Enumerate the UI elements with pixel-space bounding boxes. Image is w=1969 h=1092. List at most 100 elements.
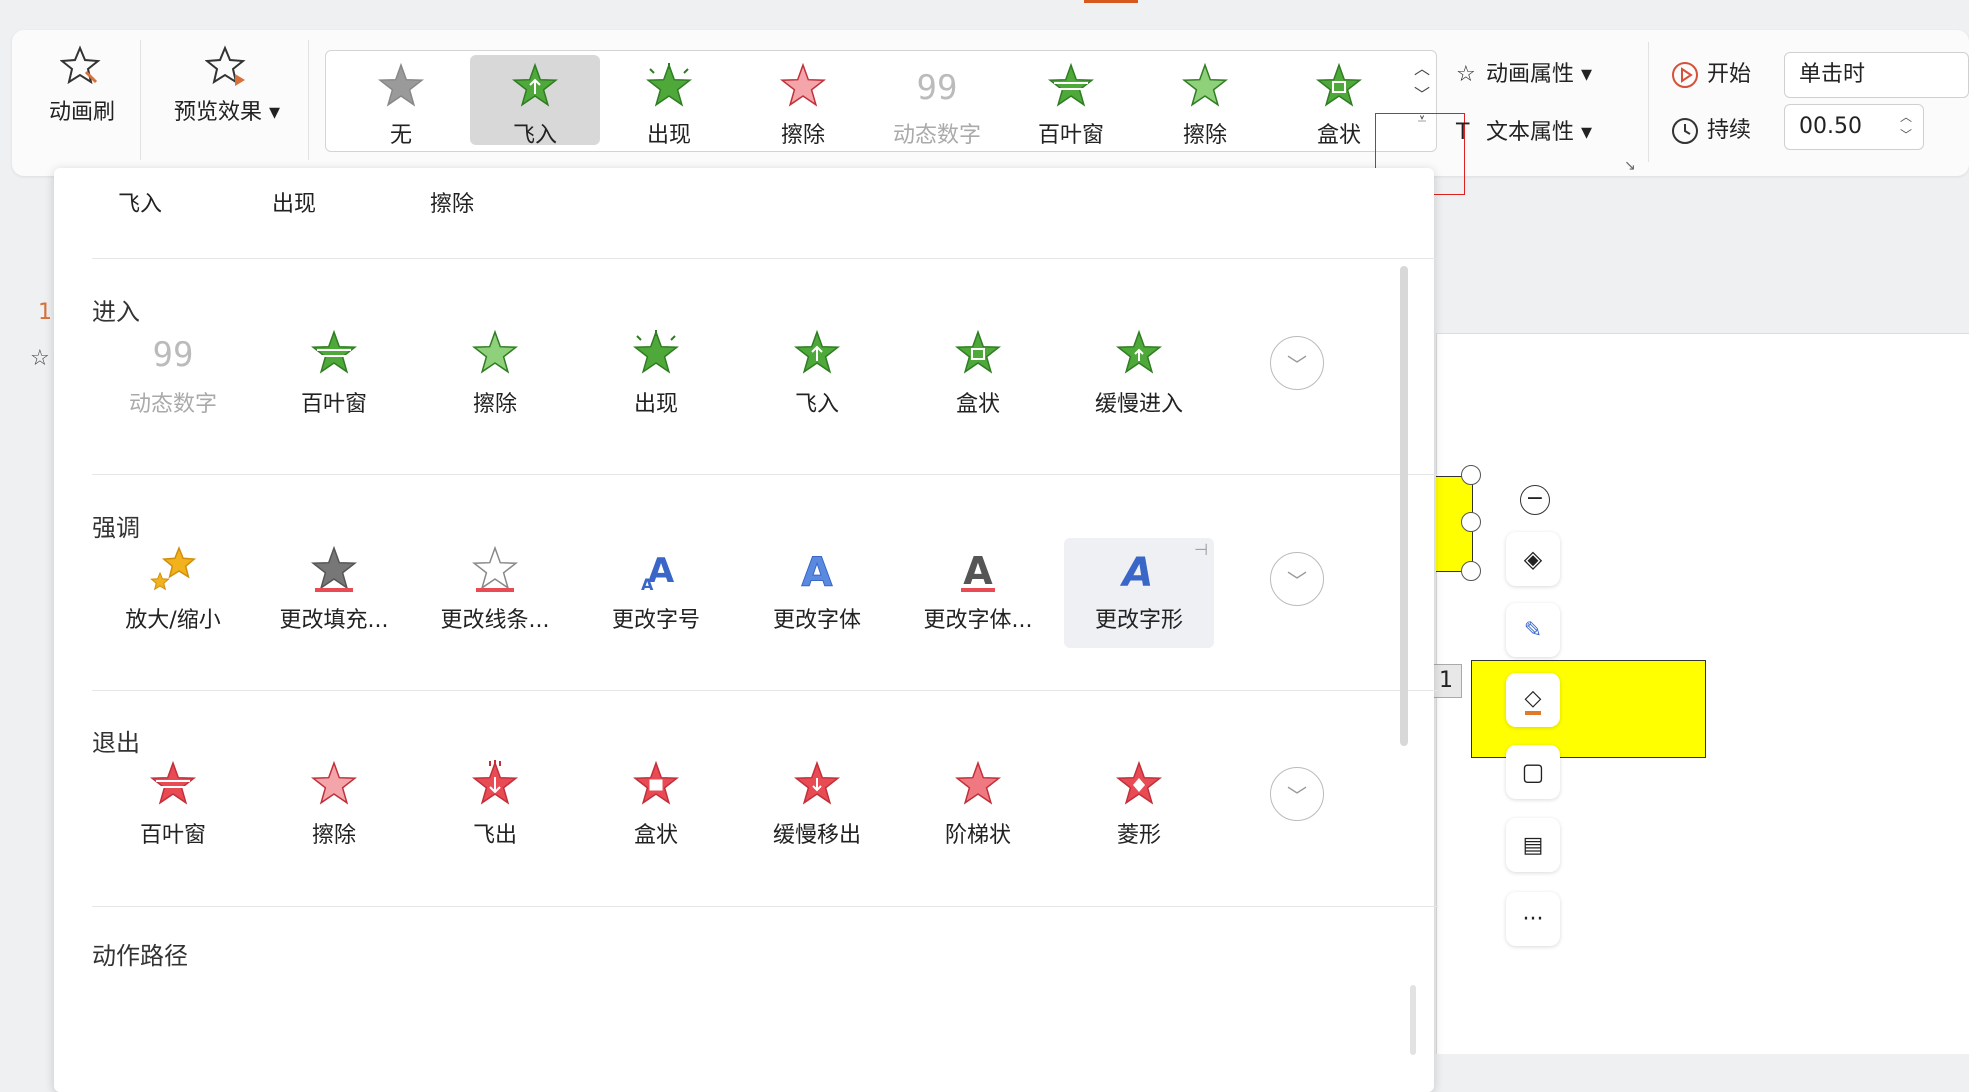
divider — [140, 40, 141, 160]
preview-star-icon — [205, 45, 246, 86]
preview-effect-button[interactable]: 预览效果 ▾ — [162, 44, 292, 126]
effect-item[interactable]: 阶梯状 — [903, 753, 1053, 863]
effect-item[interactable]: 更改线条... — [420, 538, 570, 648]
effect-item[interactable]: 菱形 — [1064, 753, 1214, 863]
comment-button[interactable]: ▤ — [1506, 818, 1560, 872]
gallery-item-label: 动态数字 — [892, 123, 981, 148]
effect-item[interactable]: 放大/缩小 — [98, 538, 248, 648]
change-line-icon — [472, 545, 518, 592]
gallery-item-label: 百叶窗 — [1037, 123, 1104, 148]
gallery-item[interactable]: 百叶窗 — [1006, 55, 1136, 148]
effect-item[interactable]: 缓慢进入 — [1064, 322, 1214, 432]
effect-item[interactable]: A A 更改字号 — [581, 538, 731, 648]
effect-item[interactable]: A 更改字体 — [742, 538, 892, 648]
fly-in-star-icon — [794, 329, 840, 374]
outline-icon: ▢ — [1521, 758, 1545, 786]
recent-effect-item[interactable]: 出现 — [272, 186, 316, 218]
recent-effect-item[interactable]: 擦除 — [430, 186, 474, 218]
animation-brush-icon — [60, 45, 101, 85]
comment-icon: ▤ — [1522, 832, 1544, 858]
panel-scrollbar[interactable] — [1400, 266, 1408, 746]
resize-handle[interactable] — [1461, 561, 1481, 581]
effect-item[interactable]: A 更改字体... — [903, 538, 1053, 648]
outline-button[interactable]: ▢ — [1506, 745, 1560, 799]
start-select[interactable]: 单击时 — [1784, 52, 1969, 98]
layers-icon: ◈ — [1523, 545, 1543, 573]
fly-out-icon — [472, 760, 518, 805]
dynamic-number-icon: 99 — [153, 335, 194, 375]
effect-item[interactable]: A 更改字形 ⊣ — [1064, 538, 1214, 648]
effect-item[interactable]: 盒状 — [903, 322, 1053, 432]
effect-item[interactable]: 99 动态数字 — [98, 322, 248, 432]
play-circle-icon — [1672, 62, 1698, 88]
gallery-item[interactable]: 飞入 — [470, 55, 600, 148]
blinds-star-icon — [1048, 62, 1094, 107]
active-tab-indicator — [1084, 0, 1138, 3]
gallery-item-label: 无 — [389, 123, 412, 148]
box-star-icon — [1314, 61, 1364, 117]
gallery-item[interactable]: 出现 — [604, 55, 734, 148]
gallery-item[interactable]: 99 动态数字 — [872, 55, 1002, 148]
effect-item[interactable]: 百叶窗 — [98, 753, 248, 863]
more-button[interactable]: ··· — [1506, 892, 1560, 946]
gallery-item-label: 飞入 — [512, 123, 557, 148]
effect-item-label: 百叶窗 — [139, 823, 206, 848]
panel-scrollbar-lower[interactable] — [1410, 985, 1416, 1055]
brush-button[interactable]: ✎ — [1506, 603, 1560, 657]
pin-icon[interactable]: ⊣ — [1194, 540, 1208, 559]
effect-item-label: 擦除 — [472, 392, 517, 417]
effect-item[interactable]: 出现 — [581, 322, 731, 432]
effect-item[interactable]: 盒状 — [581, 753, 731, 863]
appear-star-icon — [631, 328, 681, 384]
animation-brush-button[interactable]: 动画刷 — [32, 44, 132, 126]
effect-item[interactable]: 擦除 — [420, 322, 570, 432]
diamond-icon — [1114, 759, 1164, 815]
recent-effect-item[interactable]: 飞入 — [118, 186, 162, 218]
box-star-icon — [955, 329, 1001, 374]
animation-brush-label: 动画刷 — [48, 100, 115, 125]
resize-handle[interactable] — [1461, 465, 1481, 485]
effect-item-label: 飞入 — [794, 392, 839, 417]
svg-text:99: 99 — [153, 335, 194, 375]
effect-item-label: 更改字体... — [923, 608, 1033, 633]
gallery-item[interactable]: 无 — [336, 55, 466, 148]
scroll-down-icon[interactable]: ﹀ — [1412, 81, 1432, 105]
grow-shrink-icon — [150, 545, 197, 591]
animation-properties-button[interactable]: ☆ 动画属性 ▾ — [1456, 56, 1592, 88]
change-font-style-icon: A — [1114, 544, 1164, 600]
change-font-icon: A — [801, 550, 833, 597]
layers-button[interactable]: ◈ — [1506, 532, 1560, 586]
resize-handle[interactable] — [1461, 512, 1481, 532]
change-fill-icon — [309, 544, 359, 600]
effect-item-label: 缓慢移出 — [772, 823, 861, 848]
animation-dropdown-panel: 飞入 出现 擦除 进入 99 动态数字 百叶窗 擦除 出现 飞入 盒状 缓慢进入 ﹀ 强调 放大/缩小 更改填… — [54, 168, 1438, 1092]
effect-item[interactable]: 擦除 — [259, 753, 409, 863]
gallery-item[interactable]: 擦除 — [738, 55, 868, 148]
effect-item[interactable]: 缓慢移出 — [742, 753, 892, 863]
effect-item[interactable]: 百叶窗 — [259, 322, 409, 432]
text-properties-button[interactable]: T 文本属性 ▾ — [1456, 114, 1592, 146]
wipe-star-icon — [472, 329, 518, 374]
fill-button[interactable]: ◇ — [1506, 673, 1560, 727]
gallery-item-label: 擦除 — [1182, 123, 1227, 148]
fly-out-icon — [470, 759, 520, 815]
effect-item[interactable]: 飞入 — [742, 322, 892, 432]
stairs-icon — [955, 760, 1001, 805]
expand-section-button[interactable]: ﹀ — [1270, 767, 1324, 821]
minus-icon[interactable]: − — [1520, 485, 1550, 515]
effect-item[interactable]: 更改填充... — [259, 538, 409, 648]
effect-item[interactable]: 飞出 — [420, 753, 570, 863]
section-divider — [92, 474, 1438, 475]
effect-item-label: 更改字体 — [772, 608, 861, 633]
dialog-launcher-icon[interactable]: ↘ — [1624, 158, 1636, 174]
expand-section-button[interactable]: ﹀ — [1270, 336, 1324, 390]
animation-props-icon: ☆ — [1456, 62, 1476, 87]
scroll-up-icon[interactable]: ︿ — [1412, 55, 1432, 79]
appear-star-icon — [644, 61, 694, 117]
expand-section-button[interactable]: ﹀ — [1270, 552, 1324, 606]
change-fill-icon — [311, 545, 357, 592]
gallery-item[interactable]: 擦除 — [1140, 55, 1270, 148]
slow-in-star-icon — [1116, 329, 1162, 374]
duration-stepper[interactable]: ︿ ﹀ — [1900, 108, 1912, 144]
effect-gallery: 无飞入 出现 擦除 99 动态数字 百叶窗 擦除 盒状 ︿ ﹀ ⩡ — [325, 50, 1437, 152]
